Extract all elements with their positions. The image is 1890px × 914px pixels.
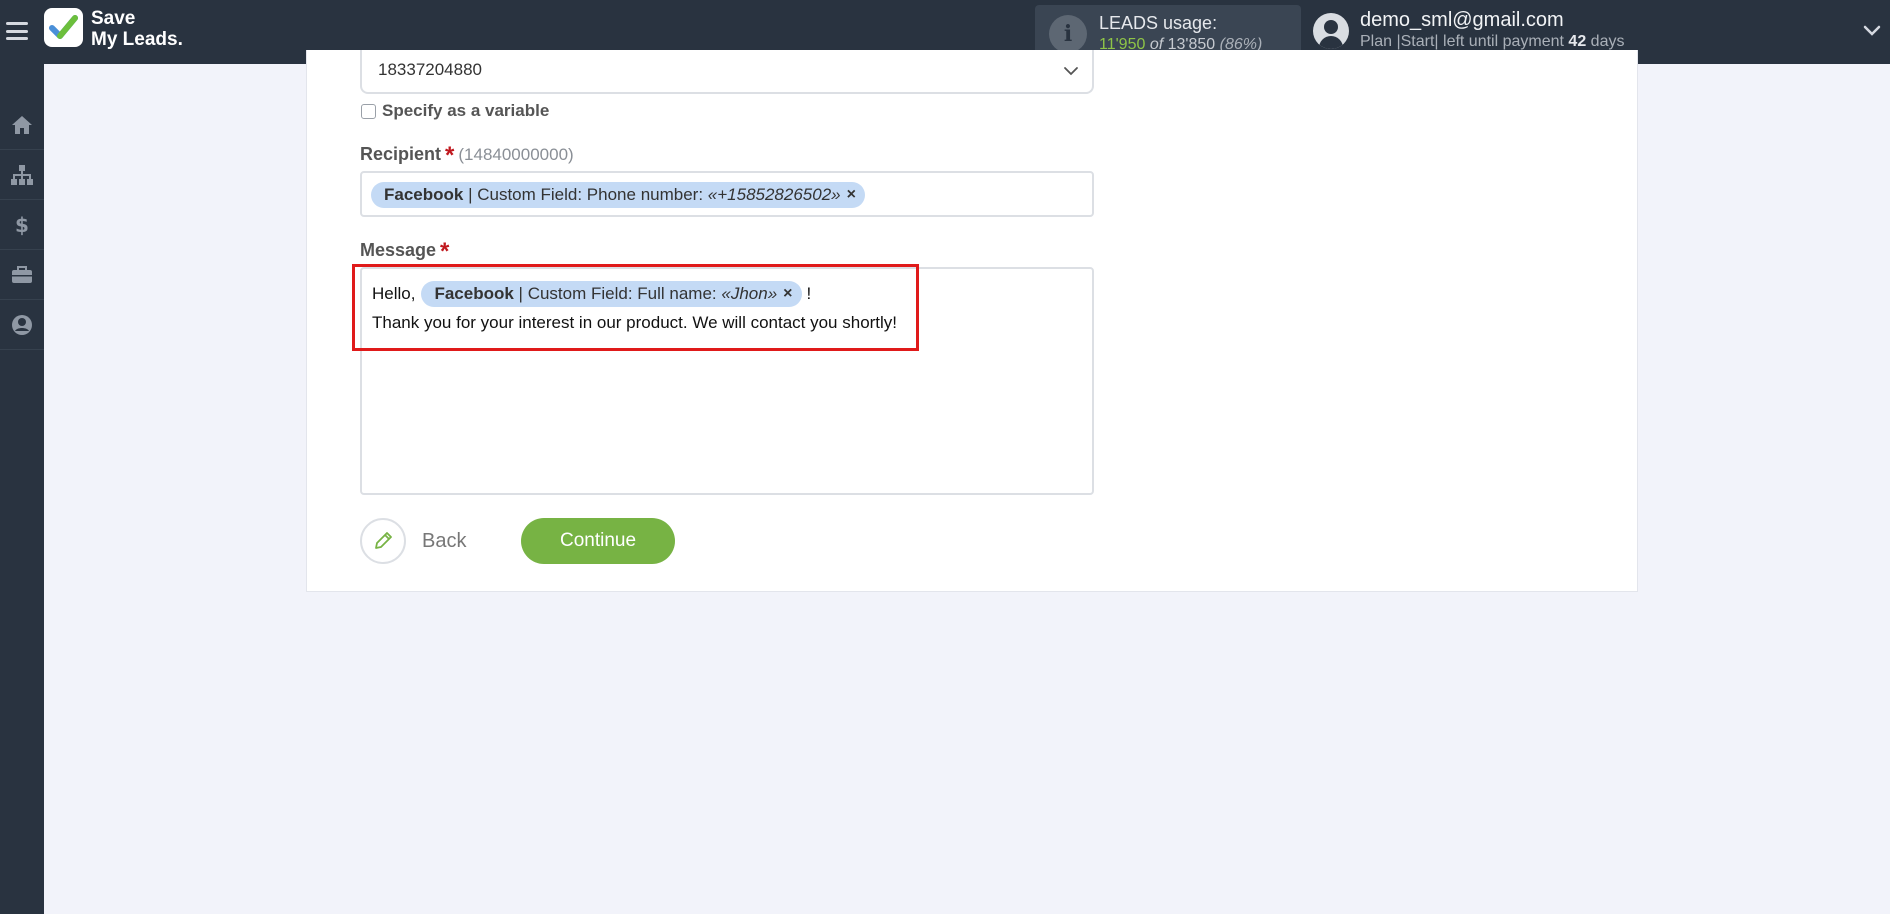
home-icon: [12, 115, 32, 134]
user-circle-icon: [12, 314, 32, 335]
sender-select[interactable]: 18337204880: [360, 50, 1094, 94]
logo-text[interactable]: Save My Leads.: [91, 8, 183, 50]
logo-line-2: My Leads.: [91, 29, 183, 50]
message-prefix: Hello,: [372, 284, 416, 303]
message-variable-chip[interactable]: Facebook | Custom Field: Full name: «Jho…: [421, 281, 802, 307]
sidebar-item-billing[interactable]: $: [0, 200, 44, 250]
user-plan: Plan |Start| left until payment 42 days: [1360, 33, 1624, 51]
sidebar-item-tools[interactable]: [0, 250, 44, 300]
chip-field: | Custom Field: Full name:: [513, 284, 722, 303]
sidebar-item-account[interactable]: [0, 300, 44, 350]
back-button[interactable]: Back: [360, 518, 466, 564]
chip-value: «Jhon»: [721, 284, 778, 303]
recipient-variable-chip[interactable]: Facebook | Custom Field: Phone number: «…: [371, 182, 865, 208]
remove-chip-icon[interactable]: ×: [847, 186, 856, 204]
dollar-icon: $: [15, 213, 29, 237]
chip-source: Facebook: [384, 185, 464, 204]
specify-variable-label[interactable]: Specify as a variable: [382, 101, 549, 121]
message-line-1: Hello, Facebook | Custom Field: Full nam…: [372, 281, 811, 307]
recipient-label-text: Recipient: [360, 144, 442, 164]
plan-days-count: 42: [1568, 33, 1587, 50]
back-label: Back: [422, 529, 467, 552]
usage-title: LEADS usage:: [1099, 13, 1218, 33]
plan-text: Plan |Start| left until payment: [1360, 33, 1564, 50]
user-email[interactable]: demo_sml@gmail.com: [1360, 9, 1564, 32]
chip-value: «+15852826502»: [707, 185, 841, 204]
message-label: Message *: [360, 238, 449, 266]
sitemap-icon: [11, 164, 33, 185]
sidebar: $: [0, 64, 44, 914]
pencil-icon: [360, 518, 406, 564]
required-mark: *: [445, 142, 455, 169]
recipient-label: Recipient * (14840000000): [360, 142, 574, 170]
message-line-2: Thank you for your interest in our produ…: [372, 313, 898, 332]
sender-value: 18337204880: [378, 60, 483, 79]
sidebar-item-connections[interactable]: [0, 150, 44, 200]
message-label-text: Message: [360, 240, 437, 260]
info-icon: i: [1049, 15, 1087, 53]
chevron-down-icon[interactable]: [1862, 20, 1882, 40]
required-mark: *: [440, 238, 450, 265]
message-field[interactable]: Hello, Facebook | Custom Field: Full nam…: [360, 267, 1094, 495]
logo-icon[interactable]: [44, 8, 83, 47]
continue-button[interactable]: Continue: [521, 518, 675, 564]
recipient-hint: (14840000000): [458, 145, 574, 164]
briefcase-icon: [12, 265, 32, 283]
chevron-down-icon: [1064, 67, 1078, 76]
avatar-icon[interactable]: [1313, 13, 1349, 49]
menu-icon[interactable]: [4, 18, 30, 44]
plan-days-word: days: [1590, 33, 1625, 50]
remove-chip-icon[interactable]: ×: [783, 285, 792, 303]
sidebar-item-home[interactable]: [0, 100, 44, 150]
message-suffix: !: [806, 284, 812, 303]
logo-line-1: Save: [91, 8, 136, 29]
chip-field: | Custom Field: Phone number:: [463, 185, 708, 204]
specify-variable-checkbox[interactable]: [361, 103, 376, 119]
svg-text:$: $: [15, 213, 29, 237]
specify-variable-row: Specify as a variable: [361, 101, 549, 121]
chip-source: Facebook: [434, 284, 514, 303]
recipient-field[interactable]: Facebook | Custom Field: Phone number: «…: [360, 171, 1094, 217]
